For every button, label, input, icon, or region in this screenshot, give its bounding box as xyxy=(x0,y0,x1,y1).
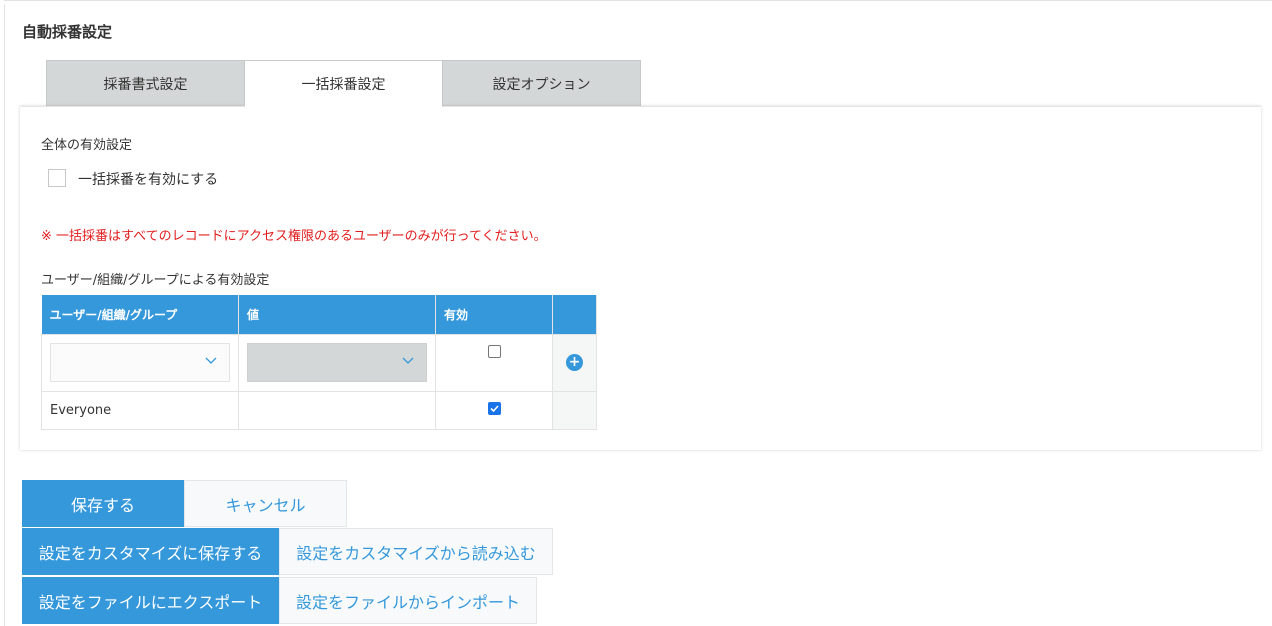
cancel-button[interactable]: キャンセル xyxy=(184,480,347,527)
table-row-new: + xyxy=(41,333,597,392)
save-button[interactable]: 保存する xyxy=(22,480,184,527)
chevron-down-icon xyxy=(402,354,414,368)
column-header-value: 値 xyxy=(238,295,436,334)
row-enabled-checkbox[interactable] xyxy=(487,401,501,415)
top-border xyxy=(4,0,1272,5)
column-header-actions xyxy=(552,295,597,334)
entity-select[interactable] xyxy=(50,343,230,382)
page-title: 自動採番設定 xyxy=(22,23,113,41)
global-setting-heading: 全体の有効設定 xyxy=(41,138,133,153)
tab-options[interactable]: 設定オプション xyxy=(442,60,641,107)
actions-cell xyxy=(552,390,597,430)
tab-bulk-numbering[interactable]: 一括採番設定 xyxy=(244,60,443,107)
table-header: ユーザー/組織/グループ 値 有効 xyxy=(41,295,597,334)
user-setting-heading: ユーザー/組織/グループによる有効設定 xyxy=(41,273,270,288)
enabled-cell xyxy=(435,333,553,392)
add-cell: + xyxy=(552,333,597,392)
value-select[interactable] xyxy=(247,343,427,382)
enable-bulk-checkbox[interactable] xyxy=(48,169,66,187)
value-cell xyxy=(238,333,436,392)
import-file-button[interactable]: 設定をファイルからインポート xyxy=(279,577,537,624)
tab-bar: 採番書式設定 一括採番設定 設定オプション xyxy=(46,60,641,107)
permission-table: ユーザー/組織/グループ 値 有効 + Everyone xyxy=(41,295,597,430)
chevron-down-icon xyxy=(205,354,217,368)
left-border xyxy=(4,4,5,626)
tab-format-settings[interactable]: 採番書式設定 xyxy=(46,60,245,107)
load-from-customize-button[interactable]: 設定をカスタマイズから読み込む xyxy=(279,528,553,575)
settings-panel: 全体の有効設定 一括採番を有効にする ※ 一括採番はすべてのレコードにアクセス権… xyxy=(20,106,1261,450)
value-text xyxy=(238,390,436,430)
save-to-customize-button[interactable]: 設定をカスタマイズに保存する xyxy=(22,528,279,575)
entity-cell xyxy=(41,333,239,392)
add-row-icon[interactable]: + xyxy=(566,354,583,371)
column-header-enabled: 有効 xyxy=(435,295,553,334)
column-header-entity: ユーザー/組織/グループ xyxy=(41,295,239,334)
table-row: Everyone xyxy=(41,390,597,430)
enabled-cell xyxy=(435,390,553,430)
new-row-enabled-checkbox[interactable] xyxy=(487,344,501,358)
entity-name: Everyone xyxy=(41,390,239,430)
enable-bulk-label[interactable]: 一括採番を有効にする xyxy=(78,169,218,189)
export-file-button[interactable]: 設定をファイルにエクスポート xyxy=(22,577,279,624)
warning-message: ※ 一括採番はすべてのレコードにアクセス権限のあるユーザーのみが行ってください。 xyxy=(41,229,547,244)
